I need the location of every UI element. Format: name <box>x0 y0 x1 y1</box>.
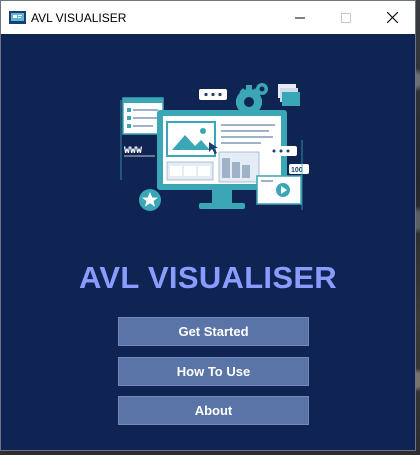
minimize-icon <box>295 17 305 18</box>
main-content: WWW 100 AVL VISUALISER Get Started How T… <box>1 34 415 450</box>
maximize-icon <box>341 12 351 23</box>
app-window: AVL VISUALISER WWW 100 AVL VISUALISER Ge… <box>0 0 416 451</box>
maximize-button[interactable] <box>323 1 369 34</box>
app-heading: AVL VISUALISER <box>79 260 337 295</box>
website-illustration: WWW 100 <box>120 83 309 211</box>
title-bar: AVL VISUALISER <box>1 1 415 34</box>
get-started-button[interactable]: Get Started <box>118 317 309 346</box>
about-button[interactable]: About <box>118 396 309 425</box>
close-button[interactable] <box>369 1 415 34</box>
close-icon <box>386 12 398 23</box>
how-to-use-button[interactable]: How To Use <box>118 357 309 386</box>
window-controls <box>277 1 415 34</box>
www-label: WWW <box>124 146 142 157</box>
minimize-button[interactable] <box>277 1 323 34</box>
svg-text:100: 100 <box>291 167 303 174</box>
window-title: AVL VISUALISER <box>31 10 127 25</box>
app-icon <box>9 11 26 24</box>
